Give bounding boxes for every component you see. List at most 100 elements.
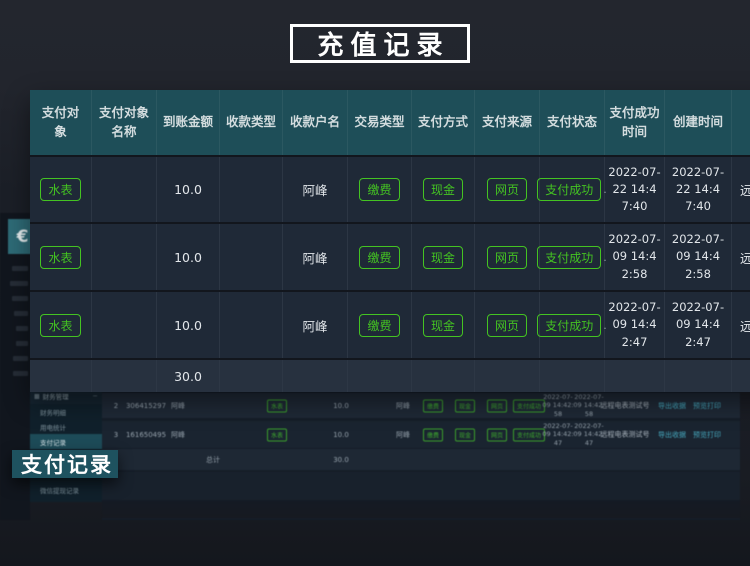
menu-item-power-stats[interactable]: 用电统计 (30, 419, 102, 434)
payee-cell: 阿峰 (283, 292, 348, 358)
print-preview-link[interactable]: 预览打印 (693, 401, 721, 411)
payee-cell: 阿峰 (283, 157, 348, 222)
col-header-create-time: 创建时间 (665, 90, 732, 155)
payee-name: 阿峰 (396, 401, 410, 411)
amount-cell: 10.0 (157, 224, 220, 290)
collapse-icon: − (93, 392, 98, 400)
payee-name: 阿峰 (396, 430, 410, 440)
table-header-row: 支付对象 支付对象名称 到账金额 收款类型 收款户名 交易类型 支付方式 支付来… (30, 90, 750, 155)
pay-source-badge: 网页 (487, 428, 507, 441)
totals-row: 总计 30.0 (102, 449, 740, 470)
pay-source-cell: 网页 (475, 292, 540, 358)
object-name-cell (92, 292, 157, 358)
success-time-cell: 2022-07-09 14:42:47 (605, 292, 665, 358)
pay-object-badge: 水表 (40, 246, 80, 269)
trade-type-badge: 缴费 (423, 399, 443, 412)
sidebar-item-fragment (10, 281, 28, 286)
trade-type-cell: 缴费 (348, 292, 412, 358)
totals-label: 总计 (206, 455, 220, 465)
col-header-pay-object: 支付对象 (30, 90, 92, 155)
menu-callout-payment-records[interactable]: 支付记录 (12, 450, 118, 478)
sidebar-item-fragment (16, 326, 28, 331)
trade-type-cell: 缴费 (348, 224, 412, 290)
pay-object-cell: 水表 (30, 224, 92, 290)
sidebar-item-fragment (12, 296, 28, 301)
payee-cell: 阿峰 (283, 224, 348, 290)
pay-status-badge: 支付成功 (537, 178, 601, 201)
export-receipt-link[interactable]: 导出收据 (658, 401, 686, 411)
pay-status-cell: 支付成功. (540, 157, 605, 222)
col-header-payee: 收款户名 (283, 90, 348, 155)
pay-method-badge: 现金 (423, 178, 463, 201)
col-header-partial (732, 90, 750, 155)
row-number: 2 (114, 402, 118, 410)
pay-method-badge: 现金 (455, 399, 475, 412)
amount-cell: 10.0 (157, 292, 220, 358)
logo-glyph: € (17, 227, 29, 247)
empty-row (102, 472, 740, 500)
pay-object-cell: 水表 (30, 157, 92, 222)
pay-source-badge: 网页 (487, 399, 507, 412)
trade-type-badge: 缴费 (359, 314, 399, 337)
grid-icon: ▦ (34, 393, 40, 400)
col-header-object-name: 支付对象名称 (92, 90, 157, 155)
col-header-pay-method: 支付方式 (412, 90, 475, 155)
col-header-trade-type: 交易类型 (348, 90, 412, 155)
account-name: 远程电表测试号 (598, 401, 652, 410)
trade-type-badge: 缴费 (359, 178, 399, 201)
pay-status-cell: 支付成功. (540, 292, 605, 358)
pay-object-badge: 水表 (267, 428, 287, 441)
pay-status-badge: 支付成功 (537, 246, 601, 269)
account-partial-cell: 远 (732, 292, 750, 358)
pay-object-badge: 水表 (267, 399, 287, 412)
print-preview-link[interactable]: 预览打印 (693, 430, 721, 440)
user-name: 阿峰 (171, 430, 185, 440)
pay-status-badge: 支付成功 (513, 428, 545, 441)
pay-source-badge: 网页 (487, 178, 527, 201)
sidebar-item-fragment (12, 266, 28, 271)
sidebar-item-fragment (13, 371, 28, 376)
trade-type-badge: 缴费 (359, 246, 399, 269)
pay-source-badge: 网页 (487, 314, 527, 337)
pay-object-badge: 水表 (40, 178, 80, 201)
object-name-cell (92, 224, 157, 290)
pay-source-badge: 网页 (487, 246, 527, 269)
amount: 10.0 (333, 402, 349, 410)
success-time: 2022-07-09 14:42:58 (542, 392, 574, 418)
col-header-receive-type: 收款类型 (220, 90, 283, 155)
col-header-pay-status: 支付状态 (540, 90, 605, 155)
success-time-cell: 2022-07-09 14:42:58 (605, 224, 665, 290)
table-row: 3 161650495 阿峰 水表 10.0 阿峰 缴费 现金 网页 支付成功 … (102, 421, 740, 448)
menu-group-label: 财务管理 (43, 391, 69, 401)
page-title-text: 充值记录 (310, 25, 449, 62)
create-time-cell: 2022-07-09 14:42:47 (665, 292, 732, 358)
col-header-pay-source: 支付来源 (475, 90, 540, 155)
user-name: 阿峰 (171, 401, 185, 411)
receive-type-cell (220, 292, 283, 358)
account-name: 远程电表测试号 (598, 430, 652, 439)
amount-cell: 10.0 (157, 157, 220, 222)
export-receipt-link[interactable]: 导出收据 (658, 430, 686, 440)
account-partial-cell: 远 (732, 157, 750, 222)
trade-type-badge: 缴费 (423, 428, 443, 441)
table-row: 2 306415297 阿峰 水表 10.0 阿峰 缴费 现金 网页 支付成功 … (102, 393, 740, 418)
order-id: 306415297 (126, 402, 166, 410)
totals-amount: 30.0 (157, 360, 220, 392)
order-id: 161650495 (126, 431, 166, 439)
row-number: 3 (114, 431, 118, 439)
pay-object-badge: 水表 (40, 314, 80, 337)
menu-item-wechat-withdraw[interactable]: 微信提现记录 (30, 477, 102, 502)
pay-source-cell: 网页 (475, 224, 540, 290)
page-title: 充值记录 (290, 24, 470, 63)
object-name-cell (92, 157, 157, 222)
col-header-amount: 到账金额 (157, 90, 220, 155)
menu-item-payment-records[interactable]: 支付记录 (30, 434, 102, 449)
menu-item-finance-detail[interactable]: 财务明细 (30, 404, 102, 419)
receive-type-cell (220, 224, 283, 290)
pay-method-badge: 现金 (423, 246, 463, 269)
create-time-cell: 2022-07-22 14:47:40 (665, 157, 732, 222)
pay-method-cell: 现金 (412, 157, 475, 222)
col-header-success-time: 支付成功时间 (605, 90, 665, 155)
pay-method-badge: 现金 (455, 428, 475, 441)
pay-status-badge: 支付成功 (513, 399, 545, 412)
